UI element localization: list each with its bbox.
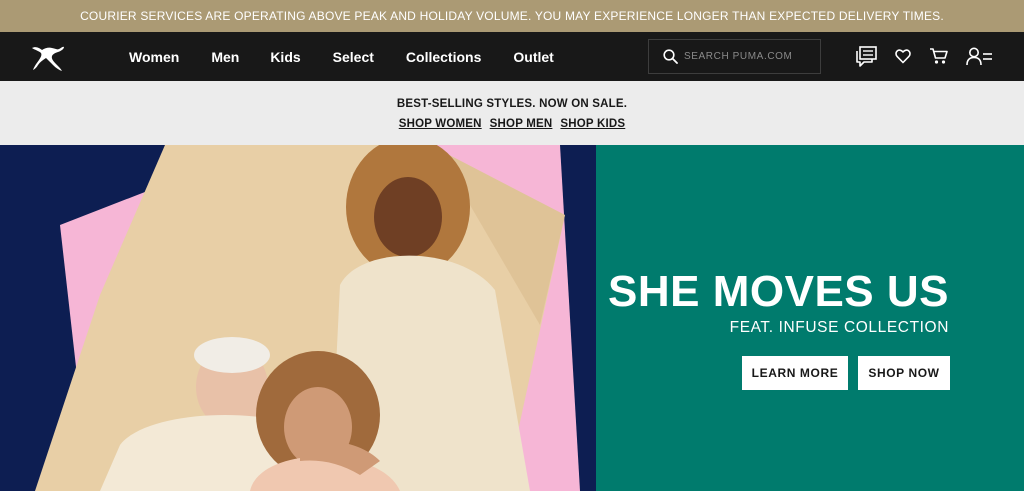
heart-icon[interactable] [895,49,911,69]
nav-link-men[interactable]: Men [211,49,239,65]
promo-banner: BEST-SELLING STYLES. NOW ON SALE. SHOP W… [0,81,1024,145]
promo-links: SHOP WOMEN SHOP MEN SHOP KIDS [0,118,1024,130]
nav-link-outlet[interactable]: Outlet [513,49,553,65]
hero-subtitle: FEAT. INFUSE COLLECTION [729,319,949,336]
hero-text-panel: SHE MOVES US FEAT. INFUSE COLLECTION LEA… [596,145,1024,491]
hero-title: SHE MOVES US [608,267,949,316]
announcement-text: COURIER SERVICES ARE OPERATING ABOVE PEA… [80,9,944,23]
hero-banner: SHE MOVES US FEAT. INFUSE COLLECTION LEA… [0,145,1024,491]
top-navigation: Women Men Kids Select Collections Outlet [0,32,1024,81]
hero-image[interactable] [0,145,596,491]
promo-title: BEST-SELLING STYLES. NOW ON SALE. [396,98,628,110]
shop-women-link[interactable]: SHOP WOMEN [399,118,482,130]
main-nav-links: Women Men Kids Select Collections Outlet [129,32,586,81]
search-input[interactable] [684,51,814,62]
chat-icon[interactable] [856,46,878,72]
nav-link-women[interactable]: Women [129,49,179,65]
learn-more-button[interactable]: LEARN MORE [742,356,848,390]
nav-link-select[interactable]: Select [333,49,374,65]
shop-men-link[interactable]: SHOP MEN [490,118,553,130]
shop-now-button[interactable]: SHOP NOW [858,356,950,390]
search-box[interactable] [648,39,821,74]
nav-link-collections[interactable]: Collections [406,49,481,65]
cart-icon[interactable] [929,47,948,70]
shop-kids-link[interactable]: SHOP KIDS [560,118,625,130]
puma-logo-icon[interactable] [30,42,66,72]
nav-link-kids[interactable]: Kids [270,49,300,65]
search-icon [663,49,678,64]
account-icon[interactable] [966,47,993,71]
announcement-bar: COURIER SERVICES ARE OPERATING ABOVE PEA… [0,0,1024,32]
